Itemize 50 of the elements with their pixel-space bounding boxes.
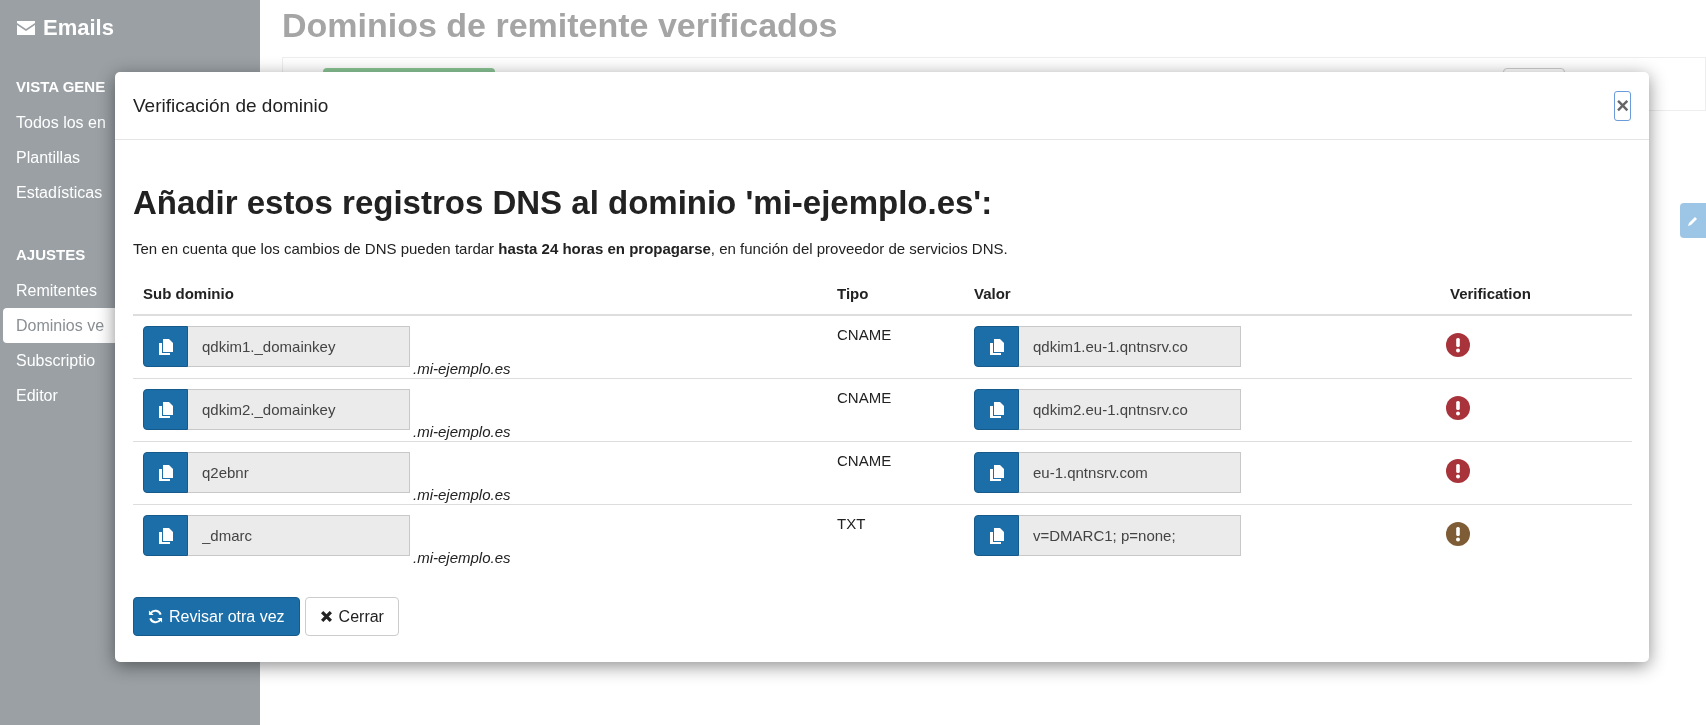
- envelope-icon: [16, 20, 36, 36]
- copy-button[interactable]: [974, 515, 1019, 556]
- domain-suffix: .mi-ejemplo.es: [413, 549, 511, 566]
- copy-icon: [989, 464, 1004, 481]
- record-type: CNAME: [837, 389, 892, 406]
- copy-icon: [989, 527, 1004, 544]
- page-title: Dominios de remitente verificados: [282, 6, 839, 45]
- column-header: Sub dominio: [143, 285, 234, 302]
- dialog-title: Verificación de dominio: [133, 94, 329, 117]
- section-heading: AJUSTES: [16, 246, 86, 263]
- copy-button[interactable]: [143, 326, 188, 367]
- copy-icon: [158, 527, 173, 544]
- copy-icon: [989, 338, 1004, 355]
- copy-icon: [158, 338, 173, 355]
- copy-icon: [158, 464, 173, 481]
- recheck-button[interactable]: Revisar otra vez: [133, 597, 300, 636]
- copy-button[interactable]: [143, 389, 188, 430]
- text-field[interactable]: qdkim1._domainkey: [188, 326, 410, 367]
- section-heading: VISTA GENE: [16, 78, 106, 95]
- copy-button[interactable]: [974, 452, 1019, 493]
- text-field[interactable]: v=DMARC1; p=none;: [1019, 515, 1241, 556]
- copy-button[interactable]: [143, 515, 188, 556]
- record-type: CNAME: [837, 452, 892, 469]
- pencil-icon: [1687, 214, 1699, 227]
- domain-suffix: .mi-ejemplo.es: [413, 486, 511, 503]
- copy-button[interactable]: [974, 326, 1019, 367]
- close-icon: [319, 610, 333, 623]
- close-button[interactable]: ×: [1614, 90, 1631, 121]
- refresh-icon: [148, 609, 163, 624]
- text-field[interactable]: qdkim2._domainkey: [188, 389, 410, 430]
- close-button[interactable]: Cerrar: [304, 597, 399, 636]
- copy-icon: [158, 401, 173, 418]
- record-type: TXT: [837, 515, 866, 532]
- column-header: Valor: [974, 285, 1011, 302]
- copy-button[interactable]: [974, 389, 1019, 430]
- text-field[interactable]: _dmarc: [188, 515, 410, 556]
- text-field[interactable]: eu-1.qntnsrv.com: [1019, 452, 1241, 493]
- app-title: Emails: [43, 15, 114, 41]
- copy-icon: [989, 401, 1004, 418]
- text-field[interactable]: qdkim1.eu-1.qntnsrv.co: [1019, 326, 1241, 367]
- domain-suffix: .mi-ejemplo.es: [413, 423, 511, 440]
- dialog-heading: Añadir estos registros DNS al dominio 'mi-ejemplo.es':: [133, 184, 994, 222]
- record-type: CNAME: [837, 326, 892, 343]
- column-header: Tipo: [837, 285, 869, 302]
- note-text: Ten en cuenta que los cambios de DNS pueden tardar hasta 24 horas en propagarse, en función del proveedor de servicios DNS.: [133, 240, 1009, 257]
- domain-suffix: .mi-ejemplo.es: [413, 360, 511, 377]
- copy-button[interactable]: [143, 452, 188, 493]
- column-header: Verification: [1450, 285, 1531, 302]
- text-field[interactable]: qdkim2.eu-1.qntnsrv.co: [1019, 389, 1241, 430]
- text-field[interactable]: q2ebnr: [188, 452, 410, 493]
